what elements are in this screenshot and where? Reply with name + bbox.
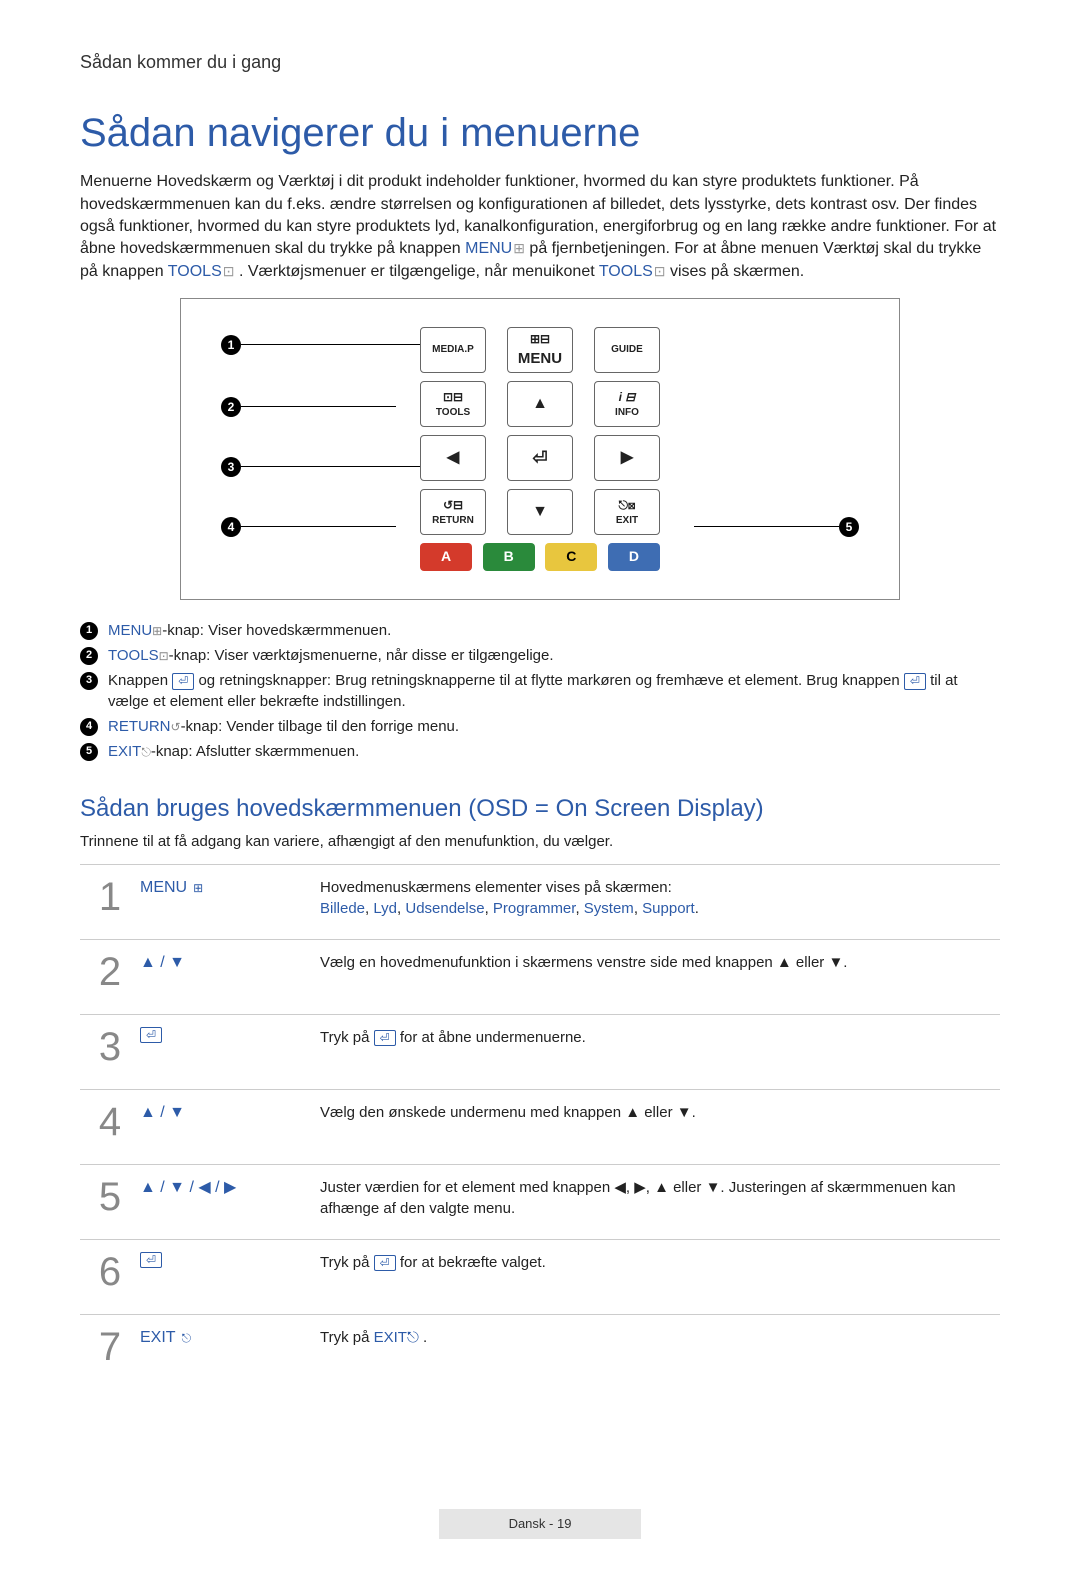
remote-info-button: i ⊟ INFO (594, 381, 660, 427)
step-row-6: 6 ⏎ Tryk på ⏎ for at bekræfte valget. (80, 1239, 1000, 1314)
tools-icon: ⊡ (159, 649, 169, 663)
legend-row-4: 4 RETURN↺-knap: Vender tilbage til den f… (80, 716, 1000, 737)
intro-text-4: vises på skærmen. (670, 263, 804, 280)
remote-mediap-button: MEDIA.P (420, 327, 486, 373)
callout-5: 5 (839, 517, 859, 537)
remote-down-button: ▼ (507, 489, 573, 535)
legend-row-2: 2 TOOLS⊡-knap: Viser værktøjsmenuerne, n… (80, 645, 1000, 666)
remote-right-button: ▶ (594, 435, 660, 481)
remote-tools-button: ⊡⊟ TOOLS (420, 381, 486, 427)
step-button-menu: MENU⊞ (140, 877, 320, 899)
callout-legend: 1 MENU⊞-knap: Viser hovedskærmmenuen. 2 … (80, 620, 1000, 762)
section-intro: Trinnene til at få adgang kan variere, a… (80, 831, 1000, 852)
step-row-7: 7 EXIT⎋ Tryk på EXIT⎋ . (80, 1314, 1000, 1389)
breadcrumb: Sådan kommer du i gang (80, 50, 1000, 75)
intro-text-3: . Værktøjsmenuer er tilgængelige, når me… (239, 263, 599, 280)
remote-color-b: B (483, 543, 535, 571)
remote-guide-button: GUIDE (594, 327, 660, 373)
remote-color-a: A (420, 543, 472, 571)
menu-keyword: MENU⊞ (465, 240, 525, 257)
callout-2: 2 (221, 397, 241, 417)
enter-icon: ⏎ (374, 1255, 396, 1271)
tools-keyword: TOOLS⊡ (168, 263, 235, 280)
menu-icon: ⊞ (513, 240, 525, 256)
step-button-updown: ▲ / ▼ (140, 1102, 320, 1124)
legend-row-1: 1 MENU⊞-knap: Viser hovedskærmmenuen. (80, 620, 1000, 641)
menu-icon: ⊞ (193, 880, 203, 897)
page-title: Sådan navigerer du i menuerne (80, 105, 1000, 161)
remote-return-button: ↺⊟ RETURN (420, 489, 486, 535)
tools-icon-2: ⊡ (654, 263, 666, 279)
remote-menu-button: ⊞⊟ MENU (507, 327, 573, 373)
callout-3: 3 (221, 457, 241, 477)
exit-icon: ⎋ (407, 1329, 419, 1346)
step-row-2: 2 ▲ / ▼ Vælg en hovedmenufunktion i skær… (80, 939, 1000, 1014)
enter-icon: ⏎ (374, 1030, 396, 1046)
remote-color-d: D (608, 543, 660, 571)
remote-exit-button: ⎋⊠ EXIT (594, 489, 660, 535)
legend-row-5: 5 EXIT⎋-knap: Afslutter skærmmenuen. (80, 741, 1000, 762)
menu-icon: ⊞ (152, 624, 162, 638)
tools-keyword-2: TOOLS⊡ (599, 263, 666, 280)
intro-paragraph: Menuerne Hovedskærm og Værktøj i dit pro… (80, 171, 1000, 283)
exit-icon: ⎋ (182, 1330, 192, 1347)
remote-illustration: 1 2 3 4 5 MEDIA.P ⊞⊟ MENU GUIDE ⊡⊟ TOOLS… (180, 298, 900, 600)
step-button-exit: EXIT⎋ (140, 1327, 320, 1349)
remote-left-button: ◀ (420, 435, 486, 481)
callout-1: 1 (221, 335, 241, 355)
legend-row-3: 3 Knappen ⏎ og retningsknapper: Brug ret… (80, 670, 1000, 712)
step-button-updown: ▲ / ▼ (140, 952, 320, 974)
remote-up-button: ▲ (507, 381, 573, 427)
callout-4: 4 (221, 517, 241, 537)
step-button-enter: ⏎ (140, 1027, 320, 1043)
section-title: Sådan bruges hovedskærmmenuen (OSD = On … (80, 792, 1000, 826)
step-row-1: 1 MENU⊞ Hovedmenuskærmens elementer vise… (80, 864, 1000, 939)
page-number: Dansk - 19 (439, 1509, 642, 1539)
steps-table: 1 MENU⊞ Hovedmenuskærmens elementer vise… (80, 864, 1000, 1389)
step-row-5: 5 ▲ / ▼ / ◀ / ▶ Juster værdien for et el… (80, 1164, 1000, 1239)
return-icon: ↺ (171, 720, 181, 734)
remote-color-c: C (545, 543, 597, 571)
remote-enter-button: ⏎ (507, 435, 573, 481)
step-button-allarrows: ▲ / ▼ / ◀ / ▶ (140, 1177, 320, 1199)
exit-icon: ⎋ (141, 745, 151, 759)
step-row-4: 4 ▲ / ▼ Vælg den ønskede undermenu med k… (80, 1089, 1000, 1164)
step-row-3: 3 ⏎ Tryk på ⏎ for at åbne undermenuerne. (80, 1014, 1000, 1089)
enter-icon: ⏎ (904, 673, 926, 689)
tools-icon: ⊡ (223, 263, 235, 279)
enter-icon: ⏎ (172, 673, 194, 689)
step-button-enter: ⏎ (140, 1252, 320, 1268)
page-footer: Dansk - 19 (80, 1509, 1000, 1539)
